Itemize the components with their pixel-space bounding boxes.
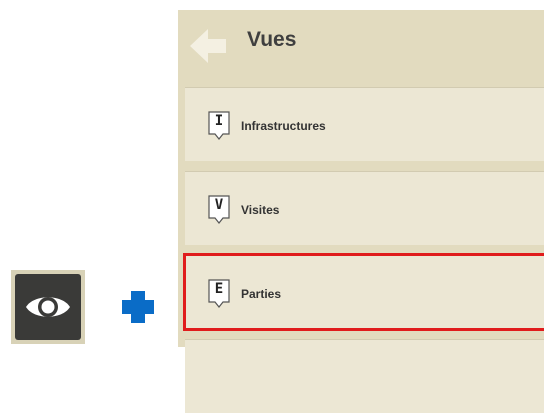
eye-icon: [15, 274, 81, 340]
list-item-label: Infrastructures: [241, 119, 326, 133]
list-item-label: Visites: [241, 203, 280, 217]
tag-icon: V: [207, 194, 231, 226]
list-item-visites[interactable]: V Visites: [185, 171, 544, 245]
list-item-infrastructures[interactable]: I Infrastructures: [185, 87, 544, 161]
back-arrow-icon[interactable]: [186, 24, 230, 68]
tag-icon: I: [207, 110, 231, 142]
tag-icon: E: [207, 278, 231, 310]
list-item-parties[interactable]: E Parties: [183, 253, 544, 331]
panel-header: Vues: [178, 10, 544, 80]
list-item-label: Parties: [241, 287, 282, 301]
views-panel: Vues I Infrastructures V Visites E Parti…: [178, 10, 544, 413]
view-toggle-button[interactable]: [11, 270, 85, 344]
list-item-partial[interactable]: [185, 339, 544, 413]
panel-title: Vues: [247, 28, 297, 51]
plus-icon[interactable]: [118, 287, 158, 327]
